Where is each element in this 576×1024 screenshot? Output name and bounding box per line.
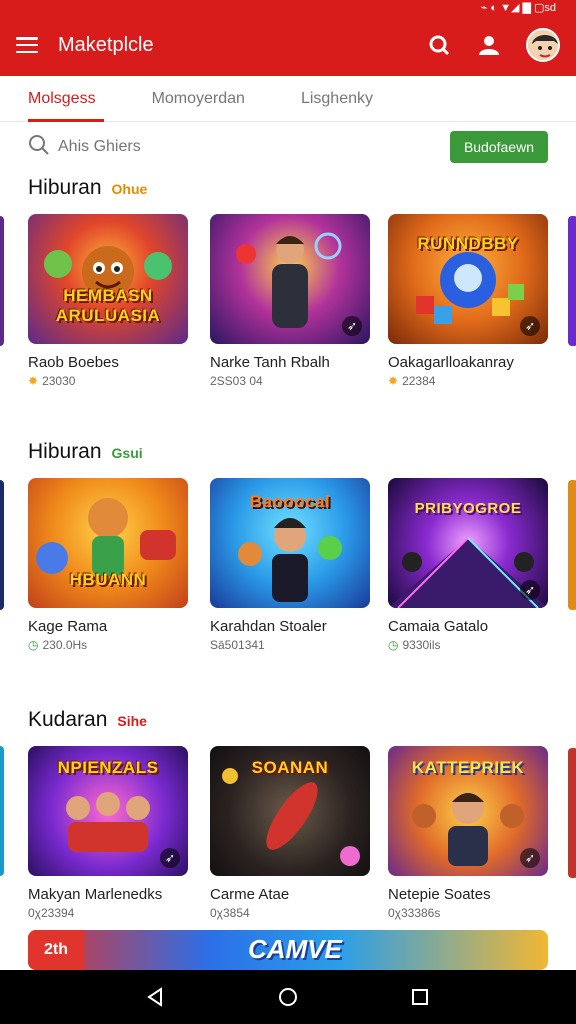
game-card[interactable]: RUNNDBBY ➶ Oakagarlloakanray ✸ 22384 xyxy=(388,214,548,388)
card-meta: ◷ 9330ils xyxy=(388,638,441,652)
play-icon: ➶ xyxy=(520,316,540,336)
tab-lisghenky[interactable]: Lisghenky xyxy=(273,76,401,121)
card-title: Karahdan Stoaler xyxy=(210,618,327,635)
game-card[interactable]: KATTEPRIEK ➶ Netepie Soates 0χ33386s xyxy=(388,746,548,920)
card-meta: 0χ3854 xyxy=(210,906,250,920)
search-row: Budofaewn xyxy=(0,122,576,172)
card-peek-right xyxy=(568,748,576,878)
game-thumbnail[interactable]: HBUANN xyxy=(28,478,188,608)
game-thumbnail[interactable]: KATTEPRIEK ➶ xyxy=(388,746,548,876)
tab-momoyerdan[interactable]: Momoyerdan xyxy=(124,76,273,121)
game-thumbnail[interactable]: PRIBYOGROE ➶ xyxy=(388,478,548,608)
home-icon[interactable] xyxy=(273,982,303,1012)
search-input[interactable] xyxy=(58,138,258,156)
card-title: Makyan Marlenedks xyxy=(28,886,163,903)
game-thumbnail[interactable]: HEMBASN ARULUASIA xyxy=(28,214,188,344)
section-title: Kudaran xyxy=(28,708,108,731)
search-field[interactable] xyxy=(28,134,450,161)
game-card[interactable]: HEMBASN ARULUASIA Raob Boebes ✸ 23030 xyxy=(28,214,188,388)
card-title: Carme Atae xyxy=(210,886,290,903)
game-card[interactable]: SOANAN Carme Atae 0χ3854 xyxy=(210,746,370,920)
tab-molsgess[interactable]: Molsgess xyxy=(0,76,124,122)
game-art-title: Baooocal xyxy=(249,492,331,511)
game-card[interactable]: Baooocal Karahdan Stoaler Sā501341 xyxy=(210,478,370,652)
game-art-title: SOANAN xyxy=(251,758,329,777)
card-title: Netepie Soates xyxy=(388,886,491,903)
game-card[interactable]: ➶ Narke Tanh Rbalh 2SS03 04 xyxy=(210,214,370,388)
game-art-title: HBUANN xyxy=(69,570,147,589)
card-peek-left xyxy=(0,216,4,346)
game-thumbnail[interactable]: ➶ xyxy=(210,214,370,344)
play-icon: ➶ xyxy=(520,848,540,868)
card-meta: ✸ 22384 xyxy=(388,374,436,388)
person-icon[interactable] xyxy=(476,32,502,58)
play-icon: ➶ xyxy=(342,316,362,336)
game-art-title: HEMBASN ARULUASIA xyxy=(55,286,161,325)
banner-label: 2th xyxy=(28,930,84,970)
app-title: Maketplcle xyxy=(58,33,154,56)
card-title: Kage Rama xyxy=(28,618,108,635)
section-tag: Gsui xyxy=(111,445,143,461)
section-title: Hiburan xyxy=(28,176,102,199)
card-title: Narke Tanh Rbalh xyxy=(210,354,330,371)
status-indicators: ⌁ ◐ ▼◢ ▇ ▢sd xyxy=(480,1,556,14)
status-bar: ⌁ ◐ ▼◢ ▇ ▢sd xyxy=(0,0,576,14)
tab-bar: Molsgess Momoyerdan Lisghenky xyxy=(0,76,576,122)
star-icon: ✸ xyxy=(28,374,39,388)
section-tag: Sihe xyxy=(117,713,147,729)
card-meta: 0χ33386s xyxy=(388,906,441,920)
game-art-title: PRIBYOGROE xyxy=(414,500,522,517)
card-title: Raob Boebes xyxy=(28,354,119,371)
search-icon[interactable] xyxy=(426,32,452,58)
card-peek-left xyxy=(0,480,4,610)
card-meta: 0χ23394 xyxy=(28,906,75,920)
game-art-title: NPIENZALS xyxy=(57,758,159,777)
game-thumbnail[interactable]: Baooocal xyxy=(210,478,370,608)
clock-icon: ◷ xyxy=(28,638,39,652)
primary-action-button[interactable]: Budofaewn xyxy=(449,131,548,163)
recents-icon[interactable] xyxy=(405,982,435,1012)
search-icon xyxy=(28,134,50,161)
promo-banner[interactable]: 2th CAMVE xyxy=(28,930,548,970)
section-kudaran: Kudaran Sihe NPIENZALS ➶ Makyan Marlened… xyxy=(0,708,576,924)
game-art-title: KATTEPRIEK xyxy=(411,758,525,777)
play-icon: ➶ xyxy=(520,580,540,600)
card-meta: ✸ 23030 xyxy=(28,374,76,388)
banner-title: CAMVE xyxy=(248,934,342,964)
app-bar: Maketplcle xyxy=(0,14,576,76)
game-card[interactable]: NPIENZALS ➶ Makyan Marlenedks 0χ23394 xyxy=(28,746,188,920)
section-hiburan-1: Hiburan Ohue HEMBASN ARULUASIA Raob Boeb… xyxy=(0,176,576,426)
section-hiburan-2: Hiburan Gsui HBUANN Kage Rama ◷ 230.0Hs B… xyxy=(0,440,576,690)
game-card[interactable]: HBUANN Kage Rama ◷ 230.0Hs xyxy=(28,478,188,652)
system-nav-bar xyxy=(0,970,576,1024)
menu-icon[interactable] xyxy=(16,37,38,53)
card-meta: ◷ 230.0Hs xyxy=(28,638,88,652)
card-peek-right xyxy=(568,216,576,346)
back-icon[interactable] xyxy=(141,982,171,1012)
card-peek-right xyxy=(568,480,576,610)
card-peek-left xyxy=(0,746,4,876)
card-title: Camaia Gatalo xyxy=(388,618,489,635)
clock-icon: ◷ xyxy=(388,638,399,652)
card-title: Oakagarlloakanray xyxy=(388,354,514,371)
card-meta: Sā501341 xyxy=(210,638,265,652)
avatar[interactable] xyxy=(526,28,560,62)
play-icon: ➶ xyxy=(160,848,180,868)
section-title: Hiburan xyxy=(28,440,102,463)
card-meta: 2SS03 04 xyxy=(210,374,263,388)
game-thumbnail[interactable]: NPIENZALS ➶ xyxy=(28,746,188,876)
game-thumbnail[interactable]: SOANAN xyxy=(210,746,370,876)
game-card[interactable]: PRIBYOGROE ➶ Camaia Gatalo ◷ 9330ils xyxy=(388,478,548,652)
game-thumbnail[interactable]: RUNNDBBY ➶ xyxy=(388,214,548,344)
game-art-title: RUNNDBBY xyxy=(417,234,519,253)
section-tag: Ohue xyxy=(111,181,148,197)
star-icon: ✸ xyxy=(388,374,399,388)
